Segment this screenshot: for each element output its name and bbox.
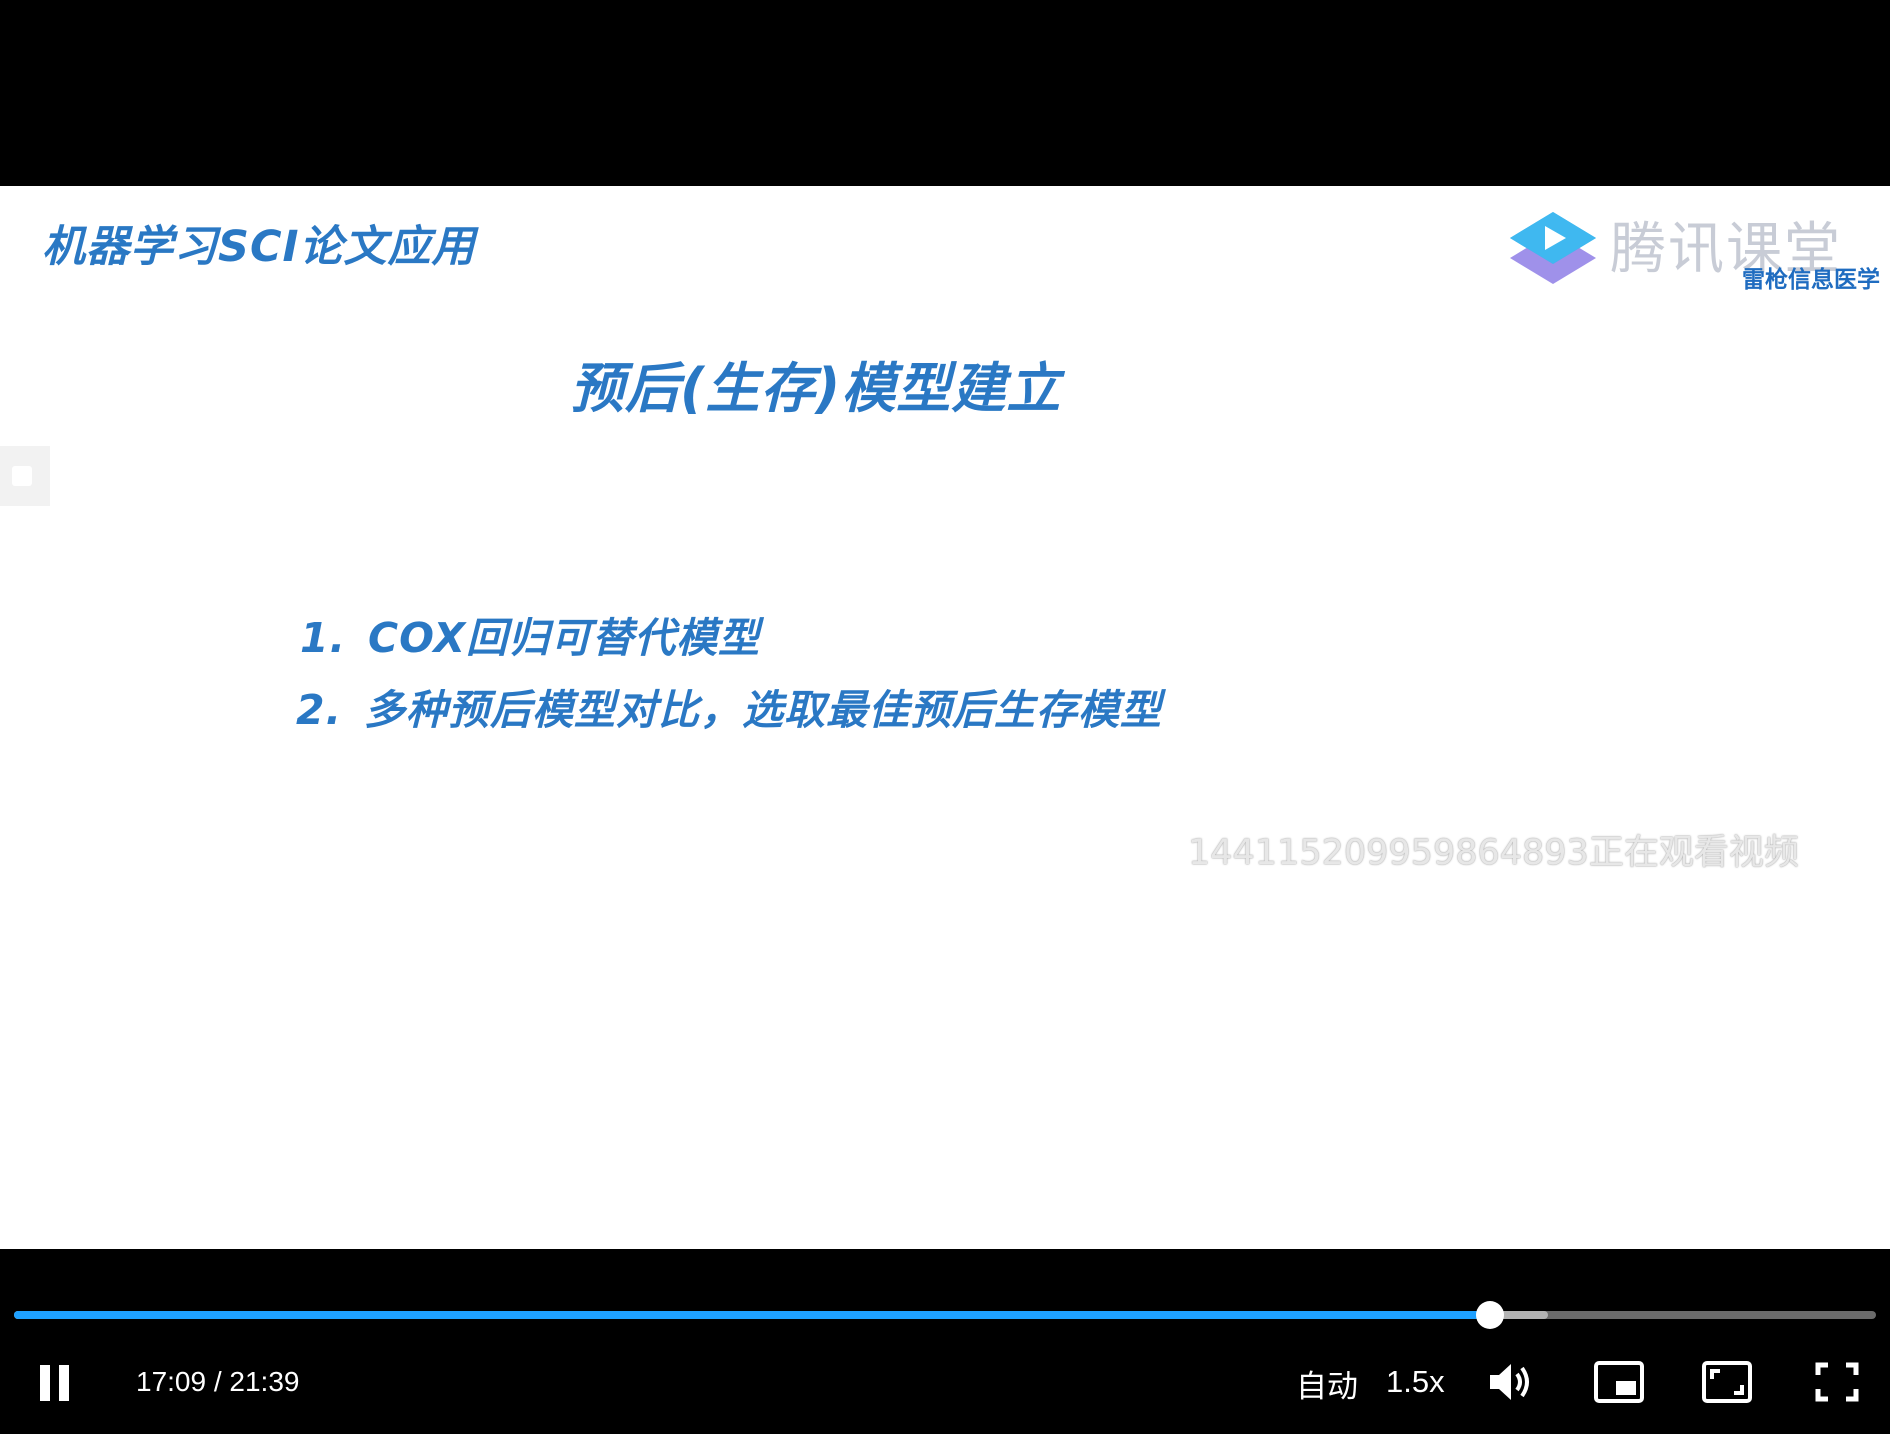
- logo-subtitle: 雷枪信息医学: [1742, 267, 1880, 293]
- viewer-watermark: 144115209959864893正在观看视频: [1188, 833, 1799, 873]
- letterbox-top: [0, 0, 1890, 186]
- video-player[interactable]: 机器学习SCI论文应用 腾讯课堂 雷枪信息医学 预后(生存)模型建立 1. COX…: [0, 0, 1890, 1434]
- bullet-text: COX回归可替代模型: [368, 614, 761, 662]
- pause-button[interactable]: [40, 1365, 70, 1401]
- progress-handle[interactable]: [1475, 1301, 1504, 1329]
- bullet-number: 2.: [296, 686, 343, 734]
- video-frame[interactable]: 机器学习SCI论文应用 腾讯课堂 雷枪信息医学 预后(生存)模型建立 1. COX…: [0, 186, 1890, 1249]
- side-panel-handle[interactable]: [0, 446, 50, 506]
- picture-in-picture-icon: [1594, 1361, 1644, 1403]
- bullet-item: 1. COX回归可替代模型: [300, 604, 760, 664]
- bullet-number: 1.: [300, 614, 347, 662]
- progress-played: [14, 1311, 1490, 1319]
- fullscreen-icon: [1815, 1362, 1859, 1402]
- bullet-text: 多种预后模型对比，选取最佳预后生存模型: [364, 686, 1162, 734]
- speed-button[interactable]: 1.5x: [1386, 1364, 1445, 1400]
- pause-icon: [40, 1365, 50, 1401]
- slide-title: 预后(生存)模型建立: [570, 357, 1062, 420]
- theater-mode-icon: [1702, 1361, 1752, 1403]
- fullscreen-button[interactable]: [1812, 1359, 1862, 1405]
- picture-in-picture-button[interactable]: [1594, 1359, 1644, 1405]
- play-logo-icon: [1510, 212, 1596, 284]
- progress-bar[interactable]: [14, 1301, 1876, 1329]
- slide-header: 机器学习SCI论文应用: [42, 222, 476, 272]
- player-controls: 17:09 / 21:39 自动 1.5x: [0, 1249, 1890, 1434]
- tencent-classroom-logo: 腾讯课堂 雷枪信息医学: [1500, 204, 1880, 294]
- volume-button[interactable]: [1486, 1359, 1536, 1405]
- theater-mode-button[interactable]: [1702, 1359, 1752, 1405]
- bullet-item: 2. 多种预后模型对比，选取最佳预后生存模型: [296, 676, 1162, 736]
- volume-icon: [1490, 1364, 1529, 1400]
- time-display: 17:09 / 21:39: [136, 1366, 300, 1397]
- quality-button[interactable]: 自动: [1296, 1361, 1358, 1406]
